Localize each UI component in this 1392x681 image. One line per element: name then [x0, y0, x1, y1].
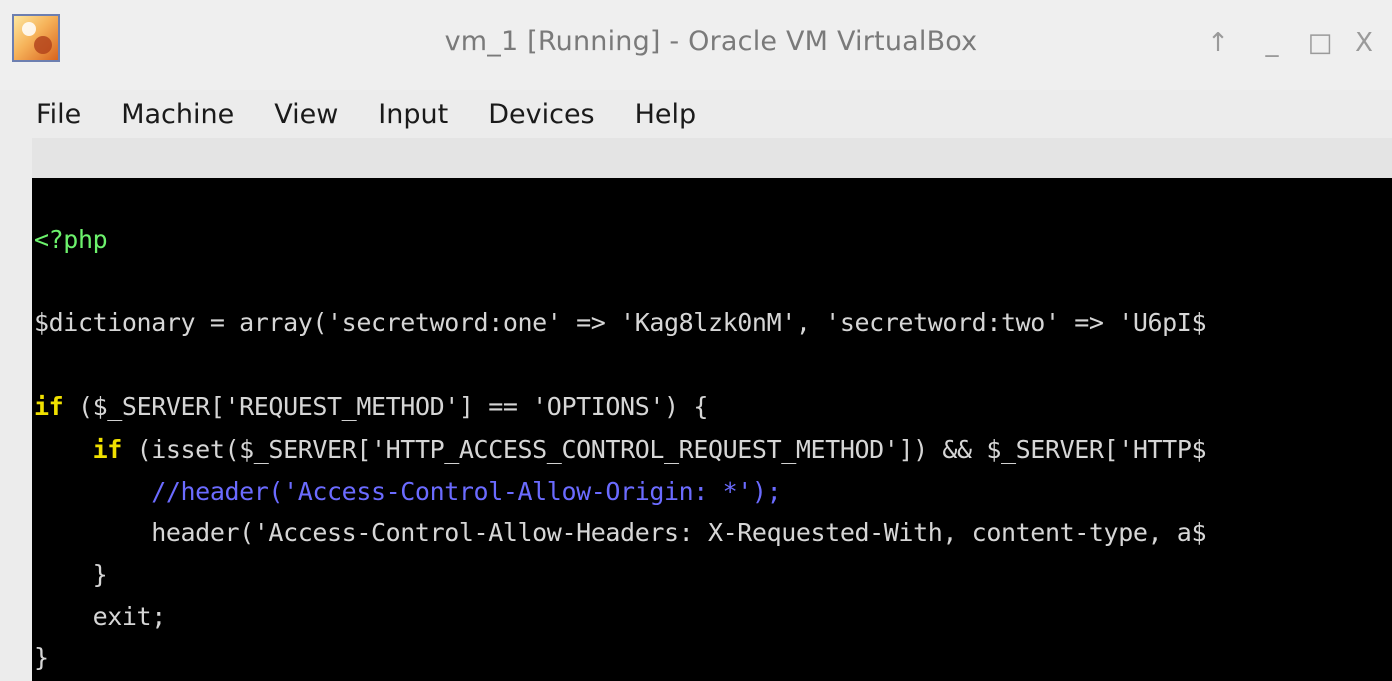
code-text: ($_SERVER['REQUEST_METHOD'] == 'OPTIONS'…	[63, 392, 708, 421]
menu-bar: File Machine View Input Devices Help	[0, 90, 1392, 138]
php-open-tag: <?php	[34, 225, 108, 254]
code-line-7: }	[34, 560, 108, 589]
menu-file[interactable]: File	[36, 99, 81, 130]
code-line-2: $dictionary = array('secretword:one' => …	[34, 308, 1207, 337]
menu-machine[interactable]: Machine	[121, 99, 234, 130]
nano-editor[interactable]: <?php $dictionary = array('secretword:on…	[32, 178, 1392, 681]
title-bar: vm_1 [Running] - Oracle VM VirtualBox ↑ …	[0, 0, 1392, 90]
nano-header-bar: GNU nano 2.2.2 File: vulnerabilities/cor…	[32, 138, 1392, 293]
vm-screen[interactable]: GNU nano 2.2.2 File: vulnerabilities/cor…	[32, 138, 1392, 681]
code-line-9: }	[34, 643, 49, 672]
code-line-8: exit;	[34, 602, 167, 631]
keyword-if: if	[92, 435, 123, 464]
code-text: (isset($_SERVER['HTTP_ACCESS_CONTROL_REQ…	[121, 435, 1207, 464]
code-line-4: if (isset($_SERVER['HTTP_ACCESS_CONTROL_…	[34, 433, 1390, 467]
window-title: vm_1 [Running] - Oracle VM VirtualBox	[444, 26, 978, 57]
menu-input[interactable]: Input	[378, 99, 448, 130]
menu-view[interactable]: View	[274, 99, 338, 130]
keep-above-icon[interactable]: ↑	[1204, 27, 1232, 59]
minimize-button[interactable]: _	[1258, 27, 1286, 59]
code-line-3: if ($_SERVER['REQUEST_METHOD'] == 'OPTIO…	[34, 390, 1390, 424]
code-line-5-comment: //header('Access-Control-Allow-Origin: *…	[34, 477, 782, 506]
menu-help[interactable]: Help	[635, 99, 697, 130]
menu-devices[interactable]: Devices	[488, 99, 594, 130]
keyword-if: if	[34, 392, 64, 421]
close-button[interactable]: X	[1350, 27, 1378, 59]
code-line-1: <?php	[34, 223, 1390, 257]
maximize-button[interactable]: □	[1306, 27, 1334, 59]
code-line-6: header('Access-Control-Allow-Headers: X-…	[34, 518, 1207, 547]
